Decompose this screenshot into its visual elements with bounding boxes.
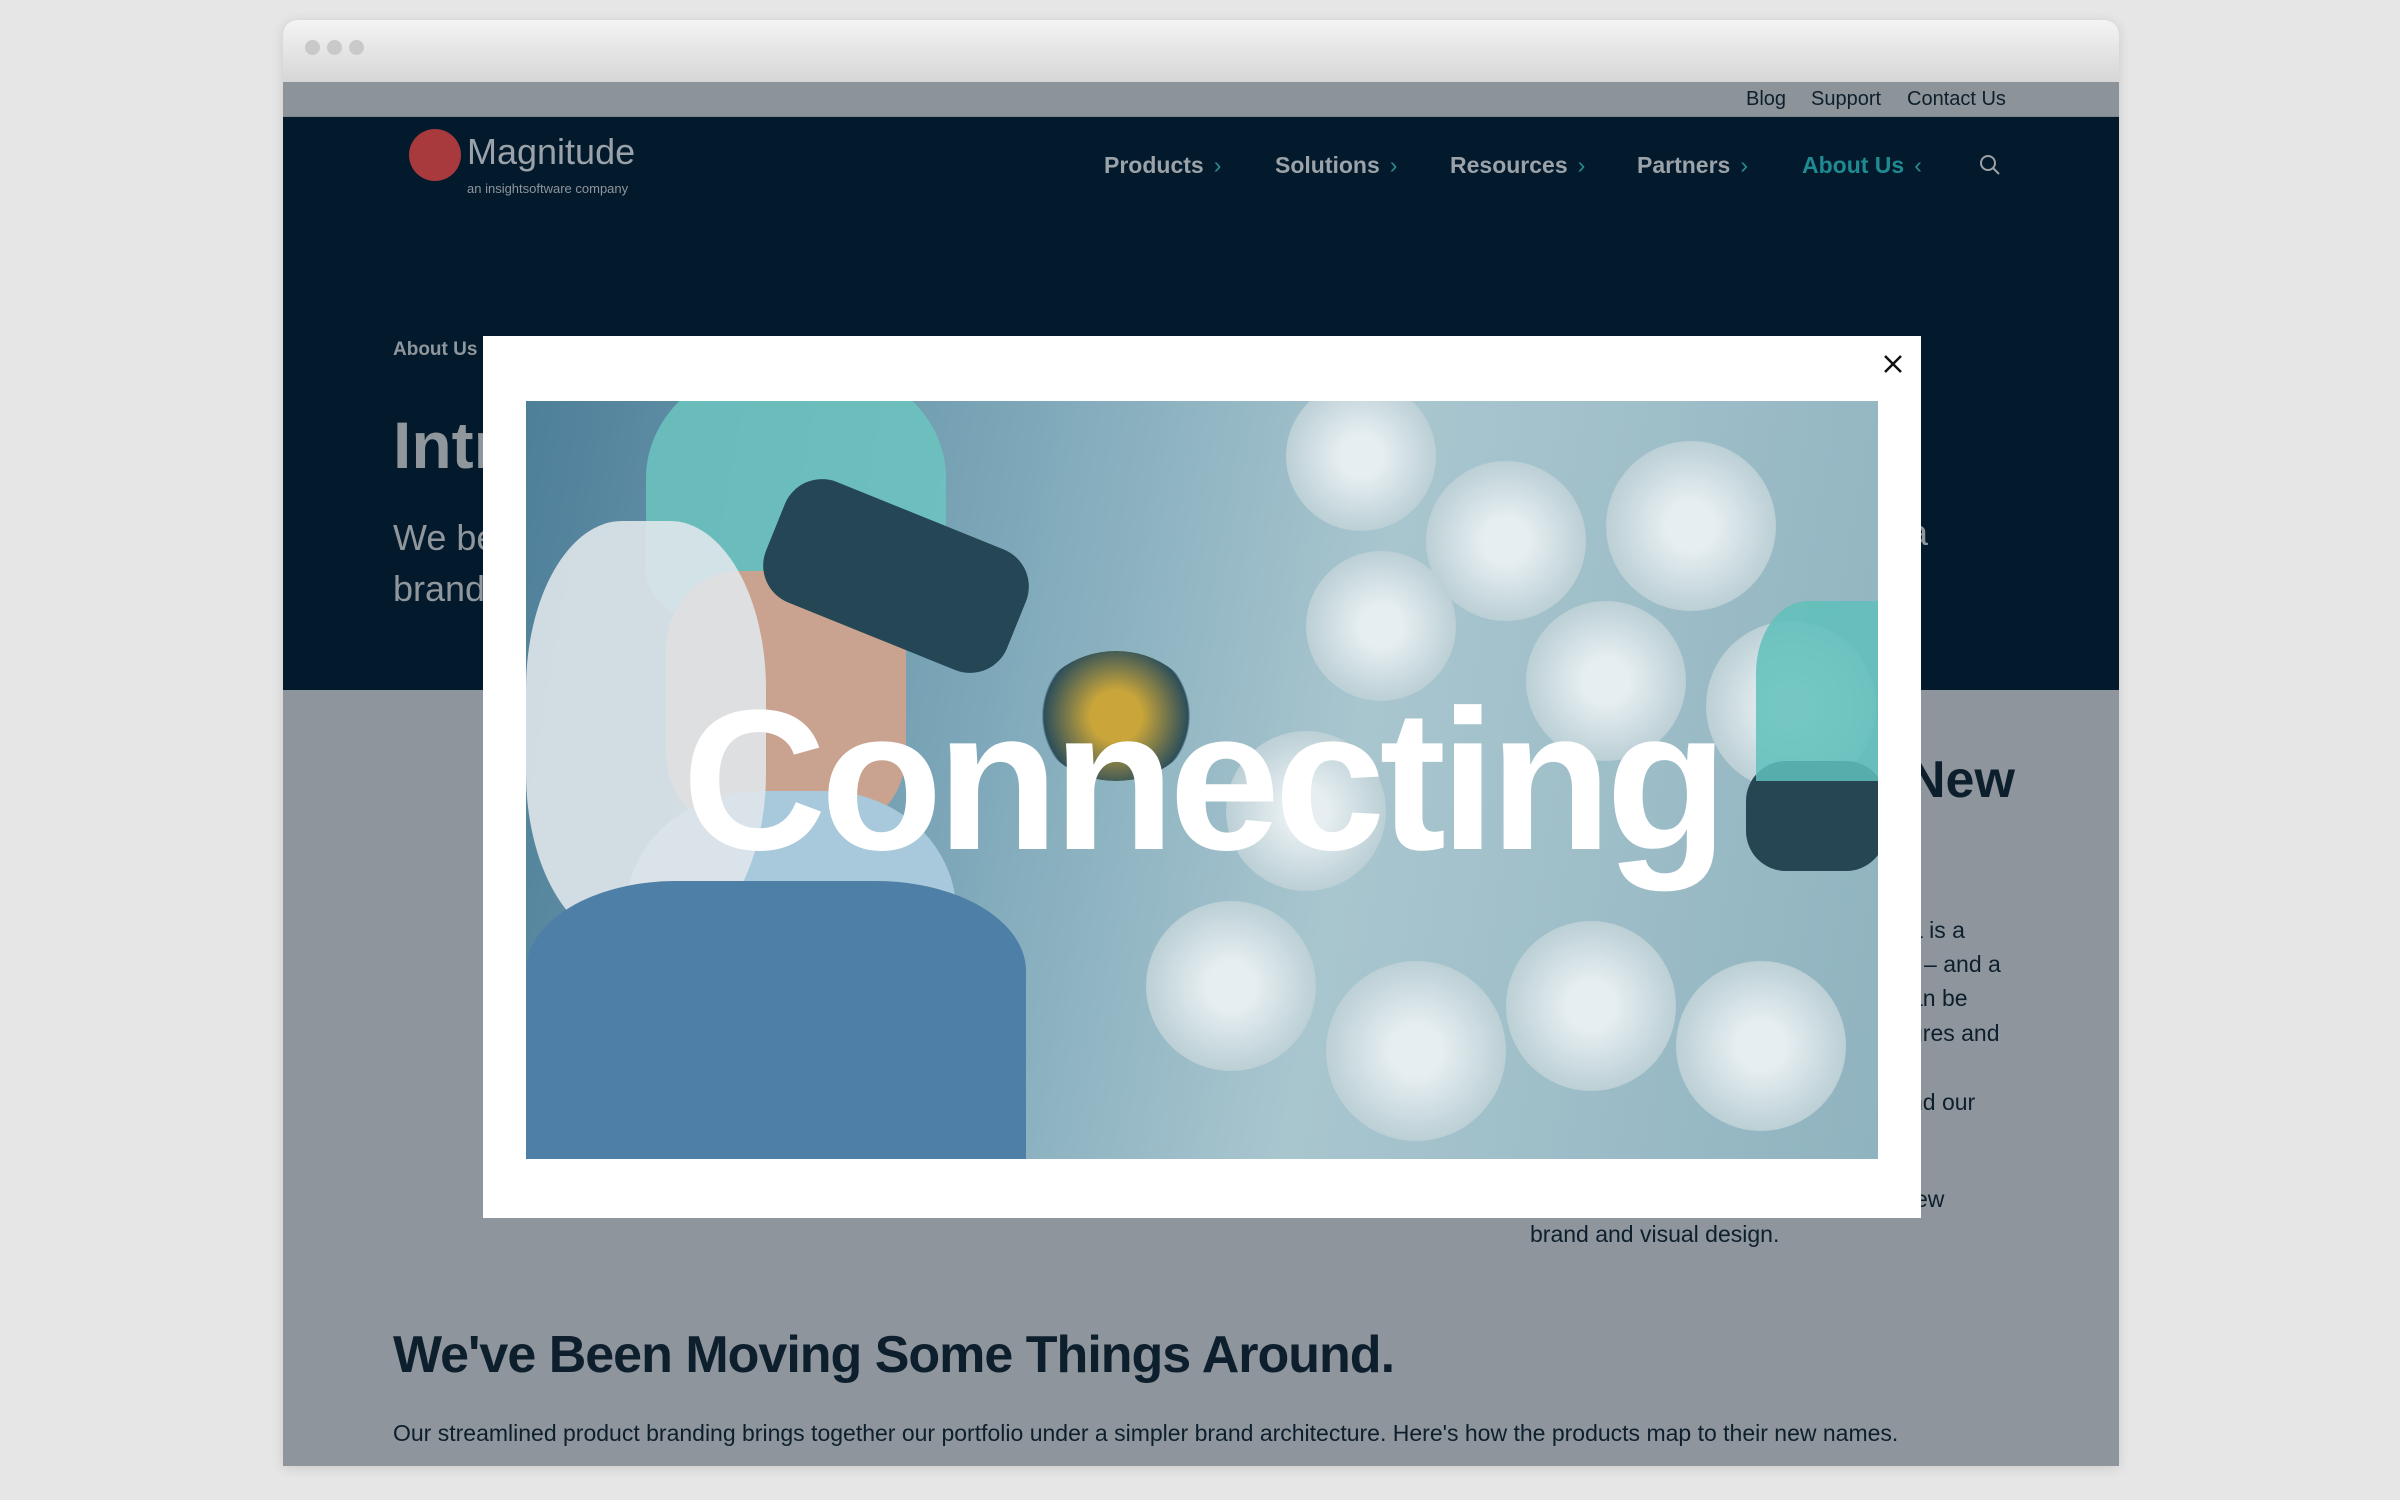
chevron-right-icon: › [1213, 152, 1222, 178]
nav-products[interactable]: Products › [1104, 152, 1221, 179]
hero-text: We be brand [393, 512, 496, 614]
nav-label: Solutions [1275, 152, 1380, 178]
section-heading: New [1908, 751, 2015, 809]
chevron-right-icon: › [1577, 152, 1586, 178]
text-line: ures and [1910, 1020, 2000, 1046]
breadcrumb[interactable]: About Us [393, 339, 477, 361]
nav-solutions[interactable]: Solutions › [1275, 152, 1397, 179]
section-text: Our streamlined product branding brings … [393, 1420, 1899, 1446]
close-icon[interactable] [1879, 350, 1907, 378]
window-maximize-dot[interactable] [349, 40, 364, 55]
nav-resources[interactable]: Resources › [1450, 152, 1585, 179]
nav-about-us[interactable]: About Us ‹ [1802, 152, 1922, 179]
support-link[interactable]: Support [1811, 88, 1881, 111]
text-line: brand and visual design. [1530, 1221, 1780, 1247]
section-heading: We've Been Moving Some Things Around. [393, 1326, 1395, 1384]
nav-partners[interactable]: Partners › [1637, 152, 1748, 179]
logo-tagline: an insightsoftware company [467, 181, 629, 196]
search-icon[interactable] [1978, 153, 2002, 177]
contact-us-link[interactable]: Contact Us [1907, 88, 2006, 111]
logo[interactable]: Magnitude an insightsoftware company [409, 129, 669, 209]
video-frame[interactable]: Connecting [526, 401, 1878, 1159]
nav-label: Partners [1637, 152, 1731, 178]
hero-line: We be [393, 517, 497, 558]
blog-link[interactable]: Blog [1746, 88, 1786, 111]
video-caption: Connecting [682, 669, 1728, 892]
nav-label: Resources [1450, 152, 1568, 178]
chevron-right-icon: › [1389, 152, 1398, 178]
utility-nav: Blog Support Contact Us [283, 82, 2119, 117]
nav-label: Products [1104, 152, 1204, 178]
chevron-left-icon: ‹ [1914, 152, 1922, 178]
title-bar [283, 20, 2119, 82]
text-line: r – and a [1910, 951, 2001, 977]
nav-label: About Us [1802, 152, 1905, 178]
logo-wordmark: Magnitude [467, 131, 636, 172]
window-minimize-dot[interactable] [327, 40, 342, 55]
logo-mark-icon [409, 129, 461, 181]
hero-line: brand [393, 568, 486, 609]
chevron-right-icon: › [1740, 152, 1748, 178]
window-close-dot[interactable] [305, 40, 320, 55]
video-modal: Connecting [483, 336, 1921, 1218]
